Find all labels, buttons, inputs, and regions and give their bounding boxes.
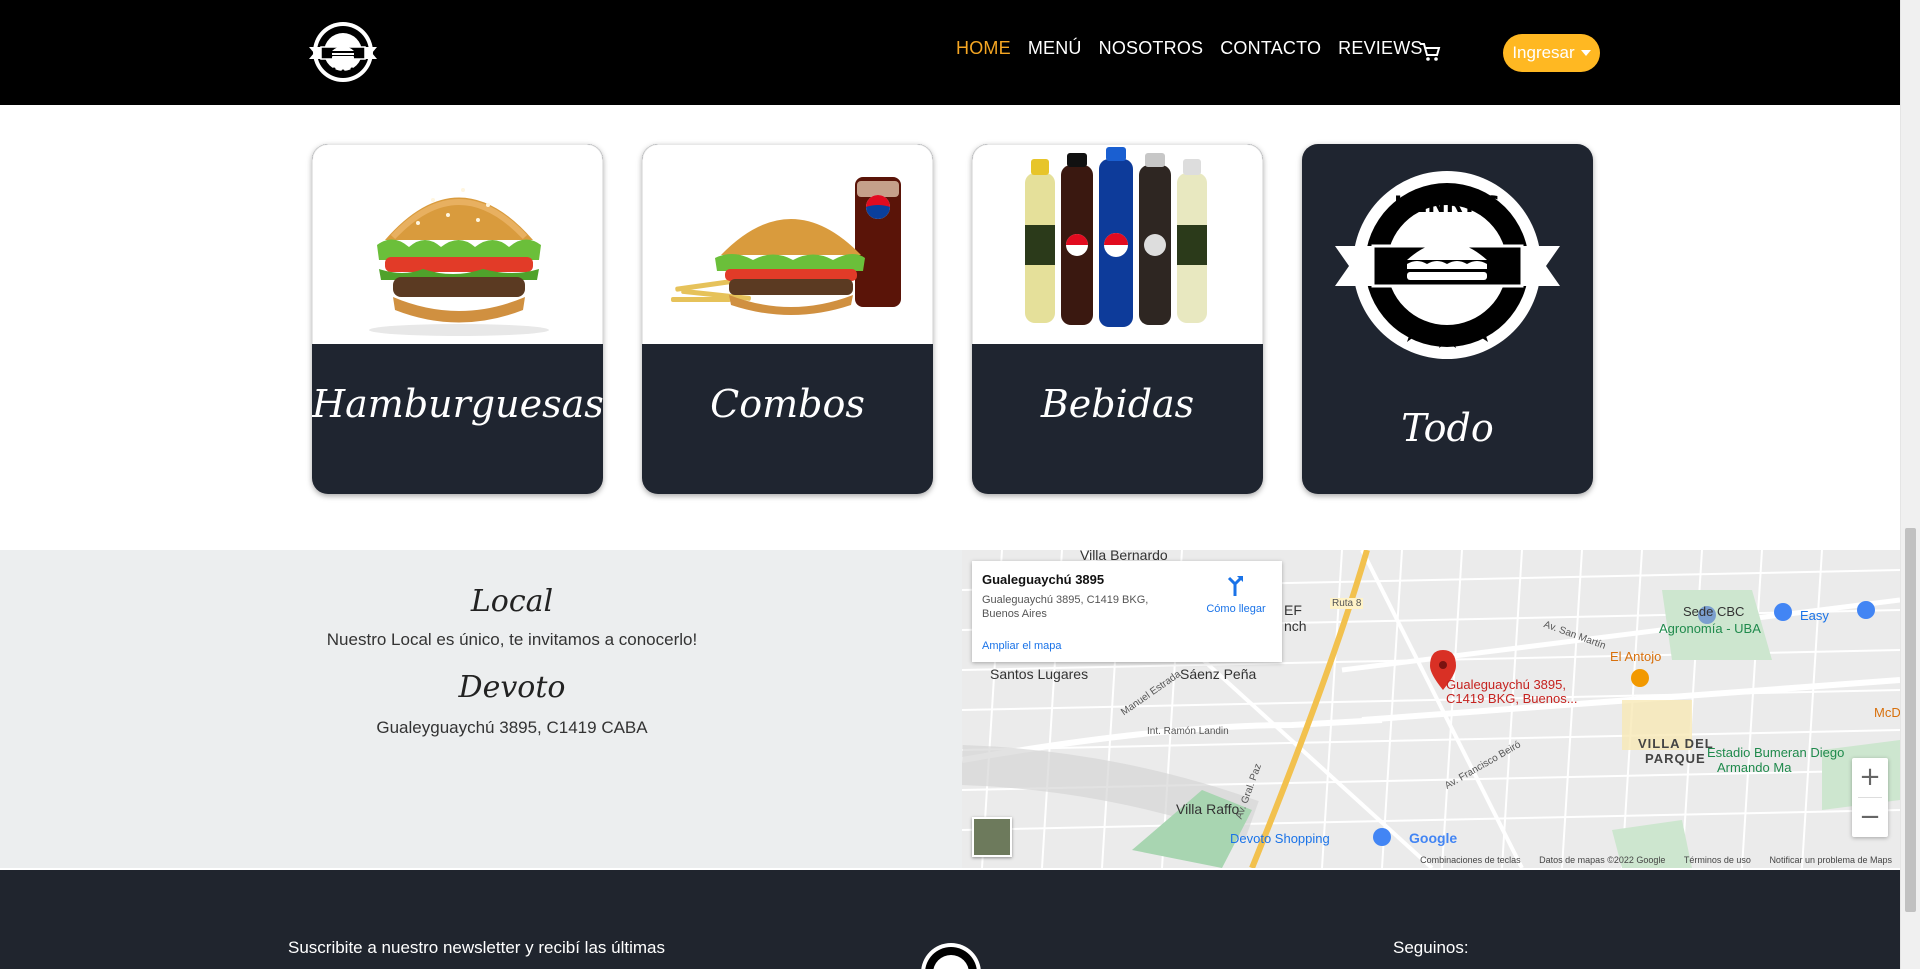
location-description: Nuestro Local es único, te invitamos a c…: [326, 630, 698, 649]
map-label-ramon-landin: Int. Ramón Landin: [1147, 726, 1229, 737]
nav-nosotros-link[interactable]: NOSOTROS: [1099, 38, 1204, 59]
combo-image: [642, 144, 933, 344]
branch-address: Gualeyguaychú 3895, C1419 CABA: [376, 718, 648, 737]
map-label-mcd[interactable]: McD: [1874, 705, 1900, 720]
category-card-combos[interactable]: Combos: [642, 144, 933, 494]
map-label-saenz-pena: Sáenz Peña: [1180, 666, 1257, 682]
drinks-image: [972, 144, 1263, 344]
keyboard-shortcuts-link[interactable]: Combinaciones de teclas: [1420, 855, 1521, 865]
location-title: Local: [470, 584, 554, 619]
satellite-toggle[interactable]: [972, 817, 1012, 857]
category-label: Combos: [710, 382, 865, 426]
zoom-in-button[interactable]: +: [1852, 758, 1888, 797]
map-label-ef: EF: [1284, 602, 1302, 618]
category-card-todo[interactable]: HENRY'S Todo: [1302, 144, 1593, 494]
map-label-el-antojo[interactable]: El Antojo: [1610, 649, 1661, 664]
nav-links: HOME MENÚ NOSOTROS CONTACTO REVIEWS: [956, 38, 1440, 59]
map-data-label: Datos de mapas ©2022 Google: [1539, 855, 1666, 865]
site-footer: Suscribite a nuestro newsletter y recibí…: [0, 870, 1900, 969]
henrys-logo[interactable]: [920, 942, 982, 969]
map-label-estadio-2: Armando Ma: [1717, 760, 1792, 775]
nav-home-link[interactable]: HOME: [956, 38, 1011, 59]
chevron-down-icon: [1580, 50, 1591, 56]
map-label-villa-raffo: Villa Raffo: [1176, 801, 1240, 817]
terms-link[interactable]: Términos de uso: [1684, 855, 1751, 865]
directions-link[interactable]: Cómo llegar: [1201, 603, 1271, 615]
zoom-out-button[interactable]: −: [1852, 798, 1888, 837]
map-attribution: Combinaciones de teclas Datos de mapas ©…: [962, 853, 1900, 868]
henrys-logo[interactable]: [305, 17, 381, 87]
map-pin-label[interactable]: Gualeguaychú 3895,: [1446, 678, 1566, 692]
category-card-bebidas[interactable]: Bebidas: [972, 144, 1263, 494]
follow-us-label: Seguinos:: [1393, 938, 1469, 957]
nav-reviews-link[interactable]: REVIEWS: [1338, 38, 1422, 59]
logo-text: HENRY'S: [1394, 193, 1500, 218]
branch-title: Devoto: [458, 670, 566, 705]
category-label: Hamburguesas: [312, 382, 603, 426]
cart-icon[interactable]: [1418, 40, 1442, 64]
map-label-estadio[interactable]: Estadio Bumeran Diego: [1707, 745, 1844, 760]
map-pin-label-2[interactable]: C1419 BKG, Buenos...: [1446, 692, 1578, 706]
map-label-santos-lugares: Santos Lugares: [990, 666, 1089, 682]
map-label-easy[interactable]: Easy: [1800, 608, 1829, 623]
login-button-label: Ingresar: [1512, 43, 1575, 62]
directions-icon[interactable]: [1225, 574, 1245, 596]
report-problem-link[interactable]: Notificar un problema de Maps: [1769, 855, 1892, 865]
map-place-name: Gualeguaychú 3895: [982, 572, 1105, 587]
nav-contacto-link[interactable]: CONTACTO: [1220, 38, 1321, 59]
google-logo: Google: [1409, 830, 1458, 846]
henrys-logo: HENRY'S: [1335, 171, 1560, 359]
navbar: HOME MENÚ NOSOTROS CONTACTO REVIEWS Ingr…: [0, 0, 1900, 105]
scrollbar-thumb[interactable]: [1905, 528, 1916, 912]
map-place-address: Gualeguaychú 3895, C1419 BKG, Buenos Air…: [982, 594, 1149, 620]
nav-menu-link[interactable]: MENÚ: [1028, 38, 1082, 59]
map-zoom-controls: + −: [1852, 758, 1888, 837]
newsletter-text: Suscribite a nuestro newsletter y recibí…: [288, 938, 665, 957]
map-label-agronomia[interactable]: Agronomía - UBA: [1659, 621, 1761, 636]
map-label-villa-del-parque: VILLA DEL: [1638, 736, 1714, 751]
category-label: Todo: [1401, 406, 1494, 450]
location-section: Local Nuestro Local es único, te invitam…: [0, 550, 962, 868]
login-dropdown-button[interactable]: Ingresar: [1503, 34, 1600, 72]
google-map[interactable]: Villa Bernardo Santos Lugares Sáenz Peña…: [962, 550, 1900, 868]
map-label-parque: PARQUE: [1645, 751, 1706, 766]
category-card-hamburguesas[interactable]: Hamburguesas: [312, 144, 603, 494]
category-label: Bebidas: [1040, 382, 1195, 426]
map-label-ruta8: Ruta 8: [1330, 598, 1364, 609]
hamburger-image: [312, 144, 603, 344]
page-scrollbar[interactable]: [1900, 0, 1920, 969]
map-label-nch: nch: [1284, 618, 1307, 634]
map-place-card: Gualeguaychú 3895 Gualeguaychú 3895, C14…: [972, 561, 1282, 662]
enlarge-map-link[interactable]: Ampliar el mapa: [982, 640, 1061, 652]
map-label-devoto-shopping[interactable]: Devoto Shopping: [1230, 831, 1330, 846]
map-label-sede-cbc[interactable]: Sede CBC: [1683, 604, 1744, 619]
